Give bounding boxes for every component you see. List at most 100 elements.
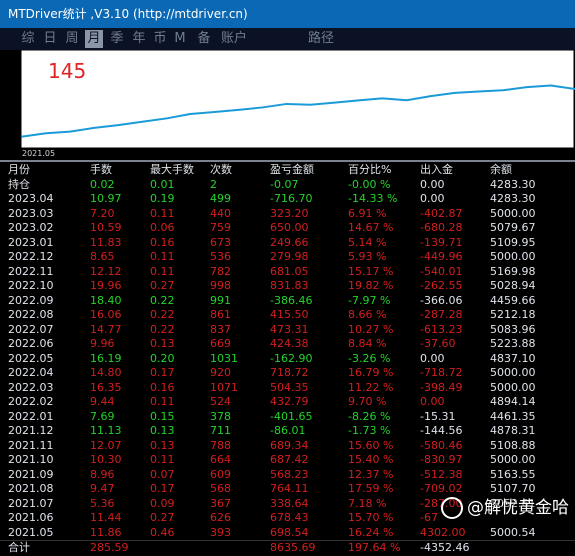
- table-row[interactable]: 2021.09 8.96 0.07 609 568.23 12.37 % -512.38 51…: [0, 468, 575, 483]
- table-cell-pnl: 698.54: [270, 525, 309, 539]
- table-cell-count: 759: [210, 221, 231, 234]
- table-cell-max_lots: 0.11: [150, 250, 175, 263]
- table-cell-deposit: 0.00: [420, 351, 445, 365]
- table-row[interactable]: 2023.02 10.59 0.06 759 650.00 14.67 % -680.28 5…: [0, 221, 575, 236]
- tab-3[interactable]: 月: [85, 30, 103, 48]
- table-cell-pct: 12.37 %: [348, 467, 394, 481]
- table-cell-pnl: 338.64: [270, 496, 309, 510]
- chart-counter: 145: [48, 59, 86, 83]
- table-row[interactable]: 2022.09 18.40 0.22 991 -386.46 -7.97 % -366.06…: [0, 294, 575, 309]
- tab-8[interactable]: 备: [194, 30, 214, 48]
- table-header-row: 月份 手数 最大手数 次数 盈亏金额 百分比% 出入金 余额: [0, 163, 575, 178]
- table-cell-max_lots: 0.22: [150, 293, 175, 307]
- table-cell-pnl: 249.66: [270, 235, 309, 249]
- table-cell-count: 499: [210, 192, 231, 205]
- table-row[interactable]: 2023.01 11.83 0.16 673 249.66 5.14 % -139.71 51…: [0, 236, 575, 251]
- table-row[interactable]: 持仓 0.02 0.01 2 -0.07 -0.00 % 0.00 4283.30: [0, 178, 575, 193]
- table-header-cell: 最大手数: [150, 163, 194, 176]
- tab-10[interactable]: 路径: [306, 30, 336, 48]
- table-cell-max_lots: 0.20: [150, 351, 175, 365]
- table-cell-max_lots: 0.27: [150, 279, 175, 292]
- table-row[interactable]: 2022.03 16.35 0.16 1071 504.35 11.22 % -398.49…: [0, 381, 575, 396]
- table-cell-max_lots: 0.17: [150, 366, 175, 379]
- tab-9[interactable]: 账户: [220, 30, 248, 48]
- table-row[interactable]: 2022.11 12.12 0.11 782 681.05 15.17 % -540.01 5…: [0, 265, 575, 280]
- table-cell-lots: 0.02: [90, 177, 115, 191]
- table-cell-count: 861: [210, 308, 231, 321]
- table-row[interactable]: 2021.10 10.30 0.11 664 687.42 15.40 % -830.97 5…: [0, 453, 575, 468]
- table-cell-deposit: -718.72: [420, 366, 463, 379]
- table-cell-lots: 5.36: [90, 496, 115, 510]
- table-cell-lots: 8.65: [90, 250, 115, 263]
- table-cell-pct: -7.97 %: [348, 293, 391, 307]
- table-cell-balance: 5000.00: [490, 366, 536, 379]
- table-row[interactable]: 2022.07 14.77 0.22 837 473.31 10.27 % -613.23 5…: [0, 323, 575, 338]
- tab-6[interactable]: 币: [150, 30, 170, 48]
- table-cell-count: 991: [210, 293, 231, 307]
- table-cell-pnl: 681.05: [270, 264, 309, 278]
- equity-point-2021.12: [189, 113, 192, 115]
- table-cell-month: 2021.11: [8, 438, 54, 452]
- table-row[interactable]: 2022.05 16.19 0.20 1031 -162.90 -3.26 % 0.00 48…: [0, 352, 575, 367]
- table-cell-balance: 5000.00: [490, 206, 536, 220]
- table-cell-max_lots: 0.19: [150, 192, 175, 205]
- table-cell-deposit: 0.00: [420, 192, 445, 205]
- table-cell-lots: 9.96: [90, 337, 115, 350]
- table-cell-month: 2021.07: [8, 496, 54, 510]
- table-cell-balance: 5079.67: [490, 221, 536, 234]
- tab-7[interactable]: M: [173, 30, 187, 48]
- table-cell-max_lots: 0.17: [150, 482, 175, 495]
- tab-1[interactable]: 日: [40, 30, 60, 48]
- table-cell-pct: 15.70 %: [348, 511, 394, 524]
- table-row[interactable]: 2023.04 10.97 0.19 499 -716.70 -14.33 % 0.00 42…: [0, 192, 575, 207]
- table-cell-pct: 10.27 %: [348, 322, 394, 336]
- equity-point-2022.03: [261, 106, 264, 109]
- table-row[interactable]: 2022.10 19.96 0.27 998 831.83 19.82 % -262.55 5…: [0, 279, 575, 294]
- equity-point-2021.10: [141, 120, 144, 123]
- table-row[interactable]: 2022.12 8.65 0.11 536 279.98 5.93 % -449.96 500…: [0, 250, 575, 265]
- table-row[interactable]: 2022.04 14.80 0.17 920 718.72 16.79 % -718.72 5…: [0, 366, 575, 381]
- table-header-cell: 出入金: [420, 163, 453, 176]
- table-row[interactable]: 2021.12 11.13 0.13 711 -86.01 -1.73 % -144.56 4…: [0, 424, 575, 439]
- table-cell-deposit: -540.01: [420, 264, 463, 278]
- table-cell-month: 2021.06: [8, 511, 54, 524]
- table-row[interactable]: 2022.06 9.96 0.13 669 424.38 8.84 % -37.60 5223…: [0, 337, 575, 352]
- table-cell-pct: 16.79 %: [348, 366, 394, 379]
- table-cell-month: 2021.10: [8, 453, 54, 466]
- table-cell-month: 2022.07: [8, 322, 54, 336]
- table-cell-deposit: -402.87: [420, 206, 463, 220]
- table-cell-max_lots: 0.13: [150, 337, 175, 350]
- tab-0[interactable]: 综: [18, 30, 38, 48]
- table-cell-max_lots: 0.22: [150, 322, 175, 336]
- total-cell-deposit: -4352.46: [420, 541, 470, 554]
- tab-2[interactable]: 周: [62, 30, 82, 48]
- table-cell-lots: 7.20: [90, 206, 115, 220]
- total-cell-lots: 285.59: [90, 541, 129, 554]
- table-cell-max_lots: 0.27: [150, 511, 175, 524]
- tab-5[interactable]: 年: [129, 30, 149, 48]
- table-row[interactable]: 2023.03 7.20 0.11 440 323.20 6.91 % -402.87 500…: [0, 207, 575, 222]
- window-titlebar: MTDriver统计 ,V3.10 (http://mtdriver.cn): [0, 0, 575, 28]
- chart-plot-area: [20, 50, 575, 149]
- table-cell-deposit: 0.00: [420, 177, 445, 191]
- table-cell-lots: 12.12: [90, 264, 122, 278]
- table-cell-balance: 4283.30: [490, 177, 536, 191]
- table-cell-lots: 11.44: [90, 511, 122, 524]
- table-row[interactable]: 2022.01 7.69 0.15 378 -401.65 -8.26 % -15.31 44…: [0, 410, 575, 425]
- equity-point-2022.07: [357, 99, 360, 102]
- table-cell-pnl: 831.83: [270, 279, 309, 292]
- table-row[interactable]: 2022.08 16.06 0.22 861 415.50 8.66 % -287.28 52…: [0, 308, 575, 323]
- table-cell-count: 378: [210, 409, 231, 423]
- table-cell-count: 673: [210, 235, 231, 249]
- table-cell-pnl: 689.34: [270, 438, 309, 452]
- table-cell-pct: 15.40 %: [348, 453, 394, 466]
- table-cell-pnl: 279.98: [270, 250, 309, 263]
- equity-point-2022.08: [381, 97, 384, 100]
- equity-point-2021.09: [117, 124, 119, 126]
- table-row[interactable]: 2022.02 9.44 0.11 524 432.79 9.70 % 0.00 4894.1…: [0, 395, 575, 410]
- table-cell-lots: 9.44: [90, 395, 115, 408]
- table-cell-max_lots: 0.13: [150, 424, 175, 437]
- table-row[interactable]: 2021.05 11.86 0.46 393 698.54 16.24 % 4302.00 5…: [0, 526, 575, 541]
- table-row[interactable]: 2021.11 12.07 0.13 788 689.34 15.60 % -580.46 5…: [0, 439, 575, 454]
- tab-4[interactable]: 季: [107, 30, 127, 48]
